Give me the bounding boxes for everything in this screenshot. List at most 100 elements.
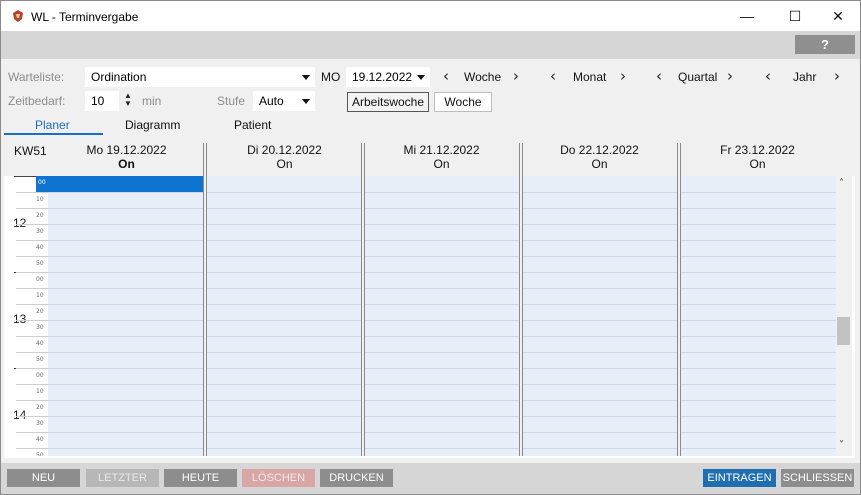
slot-row-line bbox=[48, 416, 203, 417]
time-grid: 12 00 10 20 30 40 50 13 00 10 20 30 40 50 14 00 10 20 30 40… bbox=[4, 176, 836, 456]
column-divider[interactable] bbox=[361, 143, 365, 456]
slot-row-line bbox=[681, 208, 836, 209]
slot-row-line bbox=[681, 432, 836, 433]
slot-row-line bbox=[681, 272, 836, 273]
quartal-next-icon[interactable]: › bbox=[727, 68, 733, 84]
scroll-down-icon[interactable]: ˅ bbox=[839, 440, 844, 451]
drucken-button[interactable]: DRUCKEN bbox=[320, 469, 393, 487]
tab-planer[interactable]: Planer bbox=[35, 118, 70, 132]
jahr-next-icon[interactable]: › bbox=[834, 68, 840, 84]
slot-row-line bbox=[365, 320, 520, 321]
scroll-up-icon[interactable]: ˄ bbox=[839, 178, 844, 189]
week-number: KW51 bbox=[14, 144, 47, 158]
day-column-di[interactable] bbox=[207, 176, 362, 456]
day-header-mo: Mo 19.12.2022 On bbox=[50, 143, 203, 171]
stepper-down-icon[interactable]: ▼ bbox=[124, 100, 132, 108]
loeschen-button[interactable]: LÖSCHEN bbox=[242, 469, 315, 487]
slot-row-line bbox=[207, 304, 362, 305]
zeitbedarf-value: 10 bbox=[91, 94, 105, 108]
minute-mark: 30 bbox=[36, 228, 44, 235]
scroll-thumb[interactable] bbox=[837, 317, 850, 345]
slot-row-line bbox=[681, 448, 836, 449]
tab-diagramm[interactable]: Diagramm bbox=[125, 118, 180, 132]
time-slot: 30 bbox=[16, 224, 48, 240]
letzter-button[interactable]: LETZTER bbox=[86, 469, 159, 487]
quartal-prev-icon[interactable]: ‹ bbox=[656, 68, 662, 84]
time-slot: 30 bbox=[16, 416, 48, 432]
day-prefix-label: MO bbox=[321, 70, 341, 84]
slot-row-line bbox=[681, 400, 836, 401]
day-header-do: Do 22.12.2022 On bbox=[523, 143, 676, 171]
slot-row-line bbox=[207, 288, 362, 289]
slot-row-line bbox=[207, 368, 362, 369]
slot-row-line bbox=[207, 400, 362, 401]
slot-row-line bbox=[681, 224, 836, 225]
day-column-mi[interactable] bbox=[365, 176, 520, 456]
minute-mark: 30 bbox=[36, 324, 44, 331]
time-slot: 10 bbox=[16, 384, 48, 400]
day-status: On bbox=[591, 157, 608, 171]
minute-mark: 10 bbox=[36, 388, 44, 395]
woche-prev-icon[interactable]: ‹ bbox=[443, 68, 449, 84]
heute-button[interactable]: HEUTE bbox=[164, 469, 237, 487]
column-divider[interactable] bbox=[203, 143, 207, 456]
help-button[interactable]: ? bbox=[795, 35, 855, 54]
tab-patient[interactable]: Patient bbox=[234, 118, 271, 132]
stufe-label: Stufe bbox=[217, 94, 246, 108]
slot-row-line bbox=[48, 368, 203, 369]
warteliste-value: Ordination bbox=[91, 70, 147, 84]
slot-row-line bbox=[681, 336, 836, 337]
slot-row-line bbox=[48, 384, 203, 385]
column-divider[interactable] bbox=[677, 143, 681, 456]
day-date: Mo 19.12.2022 bbox=[86, 143, 167, 157]
slot-row-line bbox=[523, 320, 678, 321]
slot-row-line bbox=[365, 304, 520, 305]
time-column: 12 00 10 20 30 40 50 13 00 10 20 30 40 50 14 00 10 20 30 40… bbox=[4, 176, 48, 456]
time-slot: 50 bbox=[16, 448, 48, 456]
jahr-prev-icon[interactable]: ‹ bbox=[765, 68, 771, 84]
slot-row-line bbox=[48, 448, 203, 449]
title-bar: WL - Terminvergabe — ☐ ✕ bbox=[1, 1, 860, 31]
day-column-fr[interactable] bbox=[681, 176, 836, 456]
slot-row-line bbox=[207, 384, 362, 385]
woche-next-icon[interactable]: › bbox=[513, 68, 519, 84]
day-column-do[interactable] bbox=[523, 176, 678, 456]
maximize-button[interactable]: ☐ bbox=[773, 1, 817, 31]
day-header-fr: Fr 23.12.2022 On bbox=[681, 143, 834, 171]
arbeitswoche-button[interactable]: Arbeitswoche bbox=[347, 92, 429, 112]
stufe-select[interactable]: Auto bbox=[253, 91, 315, 111]
day-column-mo[interactable] bbox=[48, 176, 203, 456]
monat-next-icon[interactable]: › bbox=[620, 68, 626, 84]
day-date: Mi 21.12.2022 bbox=[403, 143, 480, 157]
slot-row-line bbox=[681, 352, 836, 353]
slot-row-line bbox=[48, 192, 203, 193]
slot-row-line bbox=[48, 352, 203, 353]
time-slot: 20 bbox=[16, 400, 48, 416]
slot-row-line bbox=[207, 336, 362, 337]
minute-mark: 00 bbox=[36, 276, 44, 283]
minimize-button[interactable]: — bbox=[725, 1, 769, 31]
minute-mark: 30 bbox=[36, 420, 44, 427]
zeitbedarf-input[interactable]: 10 bbox=[85, 91, 119, 111]
monat-prev-icon[interactable]: ‹ bbox=[550, 68, 556, 84]
slot-row-line bbox=[523, 352, 678, 353]
slot-row-line bbox=[207, 208, 362, 209]
neu-button[interactable]: NEU bbox=[7, 469, 80, 487]
slot-row-line bbox=[523, 288, 678, 289]
minute-mark: 20 bbox=[36, 404, 44, 411]
zeitbedarf-stepper[interactable]: ▲ ▼ bbox=[124, 92, 132, 108]
schliessen-button[interactable]: SCHLIESSEN bbox=[781, 469, 854, 487]
selected-slot[interactable] bbox=[48, 176, 203, 192]
slot-row-line bbox=[523, 208, 678, 209]
eintragen-button[interactable]: EINTRAGEN bbox=[703, 469, 776, 487]
date-picker[interactable]: 19.12.2022 bbox=[346, 67, 430, 87]
slot-row-line bbox=[365, 448, 520, 449]
minute-mark: 00 bbox=[38, 179, 46, 186]
column-divider[interactable] bbox=[519, 143, 523, 456]
vertical-scrollbar[interactable]: ˄ ˅ bbox=[836, 176, 852, 456]
warteliste-select[interactable]: Ordination bbox=[85, 67, 315, 87]
woche-button[interactable]: Woche bbox=[434, 92, 492, 112]
time-slot: 00 bbox=[16, 272, 48, 288]
close-window-button[interactable]: ✕ bbox=[816, 1, 860, 31]
slot-row-line bbox=[207, 416, 362, 417]
